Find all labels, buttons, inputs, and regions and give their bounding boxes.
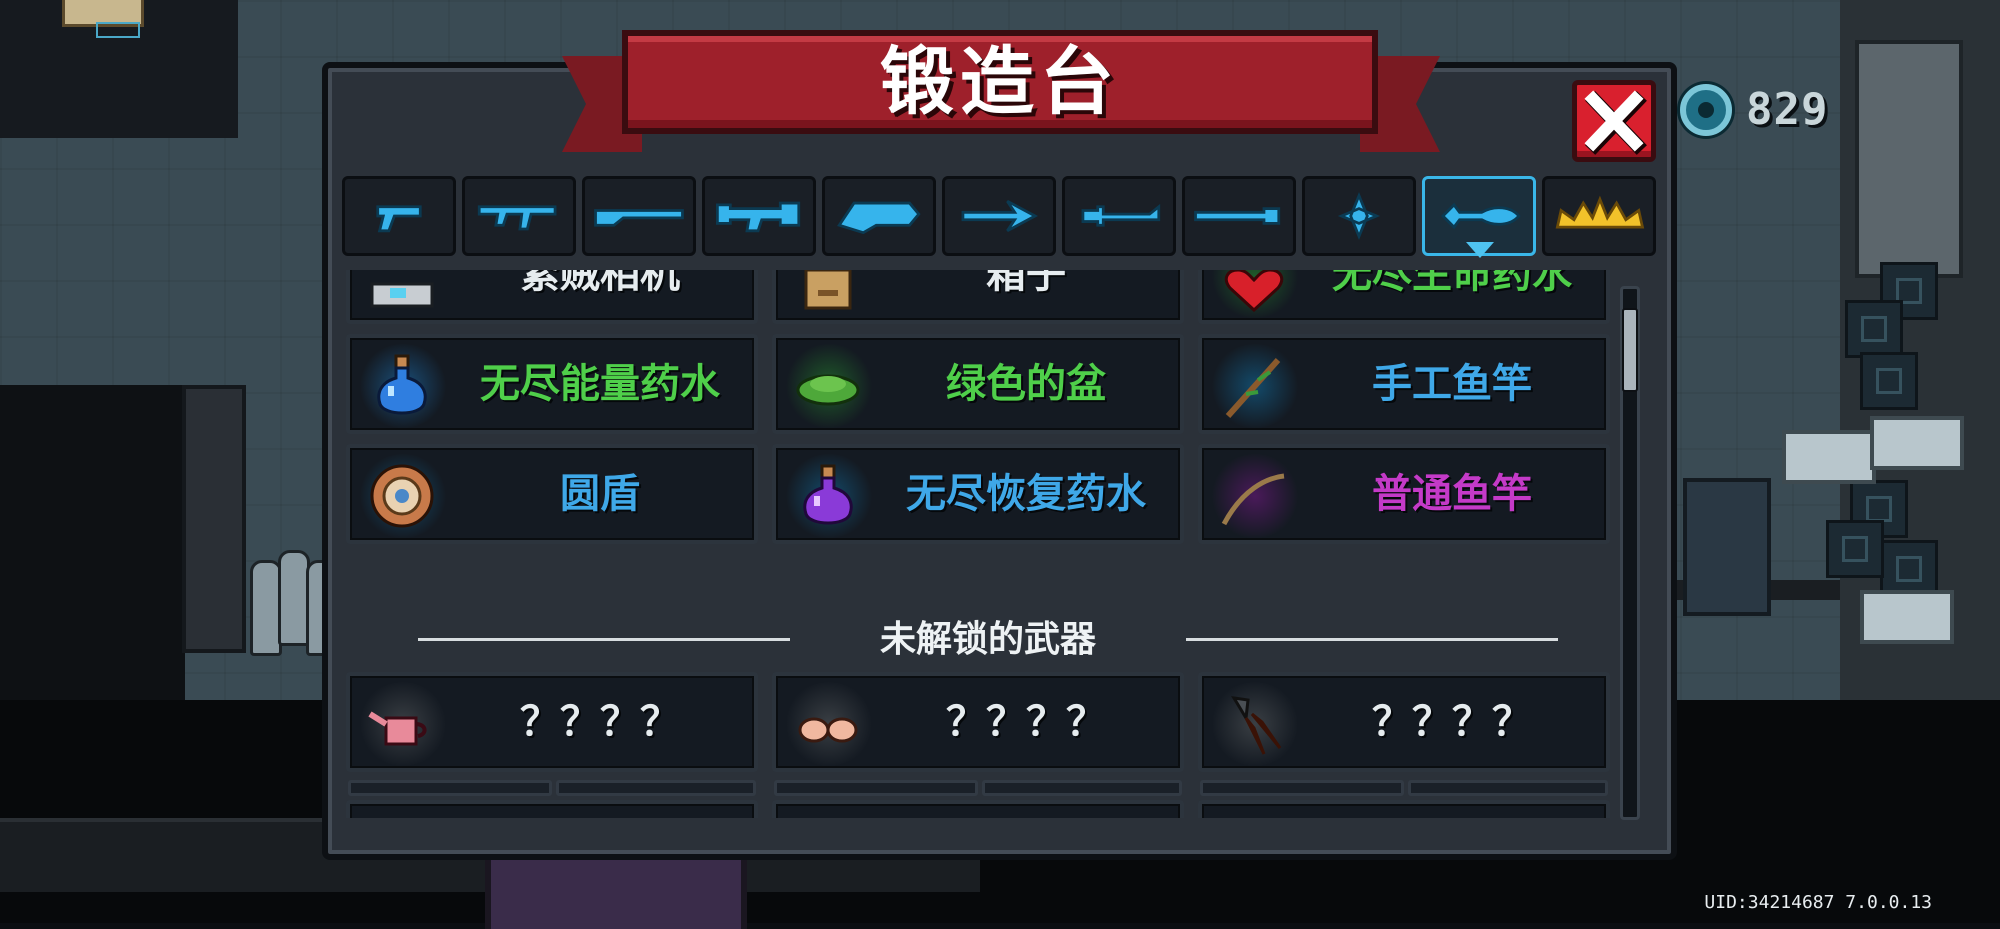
list-item[interactable]: 箱子 xyxy=(772,270,1184,324)
tab-pistol[interactable] xyxy=(342,176,456,256)
bow-icon xyxy=(837,201,921,235)
notice-tag xyxy=(96,22,140,38)
gem-icon xyxy=(1680,84,1732,136)
list-item[interactable] xyxy=(772,800,1184,818)
background-shelf xyxy=(182,385,246,653)
shotgun-icon xyxy=(594,209,684,227)
shuriken-icon xyxy=(1337,191,1381,241)
background-cabinet xyxy=(1855,40,1963,278)
crown-icon xyxy=(1555,195,1645,229)
tab-bow[interactable] xyxy=(822,176,936,256)
list-item[interactable]: 紧贼相机 xyxy=(346,270,758,324)
tab-heavy-gun[interactable] xyxy=(702,176,816,256)
green-basin-icon xyxy=(796,374,860,406)
locked-item-bar xyxy=(774,780,978,796)
divider-line xyxy=(1186,638,1558,641)
locked-item-bar xyxy=(556,780,756,796)
tab-assault-rifle[interactable] xyxy=(462,176,576,256)
item-name: 手工鱼竿 xyxy=(1372,361,1532,407)
item-name: 无尽能量药水 xyxy=(480,361,720,407)
list-item[interactable] xyxy=(1198,800,1610,818)
list-item[interactable]: 手工鱼竿 xyxy=(1198,334,1610,434)
close-icon xyxy=(1584,90,1647,155)
item-name: 无尽生命药水 xyxy=(1332,270,1572,297)
item-name: 紧贼相机 xyxy=(520,270,680,297)
locked-item-bar xyxy=(348,780,552,796)
tab-shuriken[interactable] xyxy=(1302,176,1416,256)
scrollbar-thumb[interactable] xyxy=(1622,308,1638,392)
tab-spear[interactable] xyxy=(942,176,1056,256)
bench xyxy=(1860,590,1954,644)
list-item[interactable]: 圆盾 xyxy=(346,444,758,544)
page-title: 锻造台 xyxy=(880,39,1120,125)
weapon-category-tabs xyxy=(342,176,1658,264)
item-name: 绿色的盆 xyxy=(946,361,1106,407)
item-name: ？？？？ xyxy=(946,699,1106,745)
locked-item[interactable]: ？？？？ xyxy=(772,672,1184,772)
watering-can-icon xyxy=(368,711,427,746)
tab-crown[interactable] xyxy=(1542,176,1656,256)
crate xyxy=(1826,520,1884,578)
purple-potion-icon xyxy=(803,464,853,525)
close-button[interactable] xyxy=(1572,80,1656,162)
item-name: ？？？？ xyxy=(1372,699,1532,745)
active-tab-indicator xyxy=(1466,242,1494,258)
common-rod-icon xyxy=(1221,473,1285,526)
tab-shotgun[interactable] xyxy=(582,176,696,256)
tab-staff[interactable] xyxy=(1182,176,1296,256)
console-terminal xyxy=(1683,478,1771,616)
list-item[interactable]: 无尽生命药水 xyxy=(1198,270,1610,324)
item-name: 普通鱼竿 xyxy=(1372,471,1532,517)
staff-icon xyxy=(1194,207,1281,225)
list-item[interactable]: 绿色的盆 xyxy=(772,334,1184,434)
locked-item-bar xyxy=(982,780,1182,796)
crate xyxy=(1845,300,1903,358)
pistol-icon xyxy=(376,205,422,233)
gem-count: 829 xyxy=(1746,84,1829,135)
heart-potion-icon xyxy=(1224,270,1284,312)
list-item[interactable]: 无尽恢复药水 xyxy=(772,444,1184,544)
bench xyxy=(1782,430,1876,484)
background-wall-left xyxy=(0,385,185,705)
heavy-gun-icon xyxy=(715,201,801,233)
locked-item[interactable]: ？？？？ xyxy=(346,672,758,772)
handmade-rod-icon xyxy=(1225,358,1281,418)
locked-item-bar xyxy=(1408,780,1608,796)
spear-icon xyxy=(961,199,1039,233)
item-name: ？？？？ xyxy=(520,699,680,745)
assault-rifle-icon xyxy=(477,205,557,231)
locked-item[interactable]: ？？？？ xyxy=(1198,672,1610,772)
list-item[interactable]: 普通鱼竿 xyxy=(1198,444,1610,544)
crate xyxy=(1860,352,1918,410)
flame-claw-icon xyxy=(1231,696,1282,755)
title-banner: 锻造台 xyxy=(622,30,1378,134)
round-shield-icon xyxy=(370,464,434,528)
locked-section-header: 未解锁的武器 xyxy=(418,620,1558,660)
list-item[interactable] xyxy=(346,800,758,818)
background-doorway xyxy=(485,850,747,929)
bench xyxy=(1870,416,1964,470)
fists-icon xyxy=(798,717,858,743)
item-list[interactable]: 紧贼相机 箱子 无尽生命药水 无尽能量药水 绿色的盆 手工鱼竿 圆盾 无尽恢复药… xyxy=(346,270,1614,818)
box-icon xyxy=(804,270,852,310)
blue-potion-icon xyxy=(377,354,427,415)
locked-item-bar xyxy=(1200,780,1404,796)
list-item[interactable]: 无尽能量药水 xyxy=(346,334,758,434)
sword-icon xyxy=(1081,203,1161,227)
tab-sword[interactable] xyxy=(1062,176,1176,256)
camera-icon xyxy=(370,282,434,308)
item-name: 无尽恢复药水 xyxy=(906,471,1146,517)
item-name: 箱子 xyxy=(986,270,1066,297)
item-name: 圆盾 xyxy=(560,471,640,517)
uid-version-label: UID:34214687 7.0.0.13 xyxy=(1704,892,1932,913)
